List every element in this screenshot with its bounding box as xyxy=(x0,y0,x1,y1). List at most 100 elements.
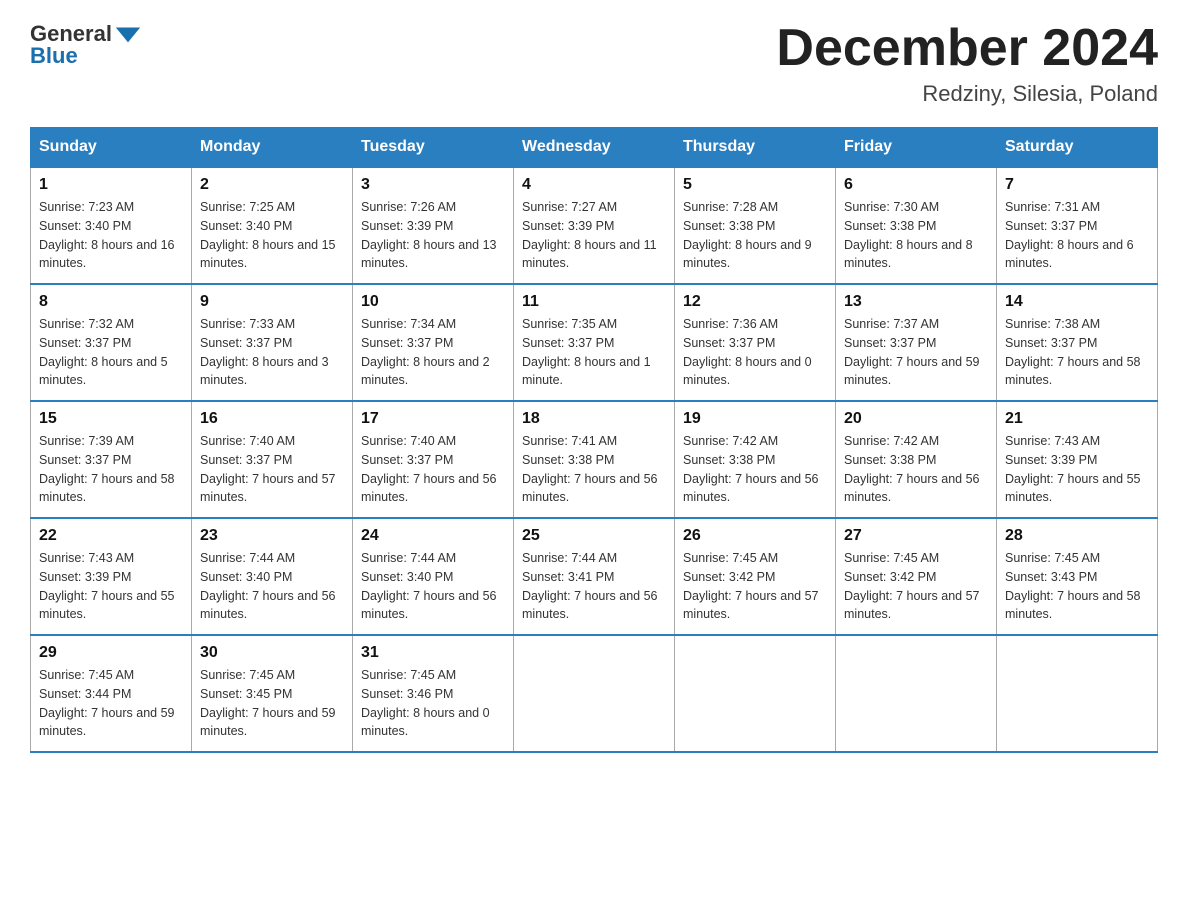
calendar-cell: 26 Sunrise: 7:45 AM Sunset: 3:42 PM Dayl… xyxy=(675,518,836,635)
day-number: 2 xyxy=(200,176,344,194)
calendar-cell: 22 Sunrise: 7:43 AM Sunset: 3:39 PM Dayl… xyxy=(31,518,192,635)
day-number: 28 xyxy=(1005,527,1149,545)
calendar-cell: 1 Sunrise: 7:23 AM Sunset: 3:40 PM Dayli… xyxy=(31,167,192,284)
day-info: Sunrise: 7:33 AM Sunset: 3:37 PM Dayligh… xyxy=(200,315,344,390)
day-info: Sunrise: 7:44 AM Sunset: 3:40 PM Dayligh… xyxy=(200,549,344,624)
day-number: 4 xyxy=(522,176,666,194)
calendar-cell: 31 Sunrise: 7:45 AM Sunset: 3:46 PM Dayl… xyxy=(353,635,514,752)
day-info: Sunrise: 7:43 AM Sunset: 3:39 PM Dayligh… xyxy=(39,549,183,624)
day-number: 7 xyxy=(1005,176,1149,194)
calendar-week-row: 8 Sunrise: 7:32 AM Sunset: 3:37 PM Dayli… xyxy=(31,284,1158,401)
day-info: Sunrise: 7:45 AM Sunset: 3:43 PM Dayligh… xyxy=(1005,549,1149,624)
day-info: Sunrise: 7:26 AM Sunset: 3:39 PM Dayligh… xyxy=(361,198,505,273)
day-number: 19 xyxy=(683,410,827,428)
day-info: Sunrise: 7:43 AM Sunset: 3:39 PM Dayligh… xyxy=(1005,432,1149,507)
day-number: 12 xyxy=(683,293,827,311)
day-number: 6 xyxy=(844,176,988,194)
day-number: 29 xyxy=(39,644,183,662)
calendar-cell: 11 Sunrise: 7:35 AM Sunset: 3:37 PM Dayl… xyxy=(514,284,675,401)
calendar-cell: 30 Sunrise: 7:45 AM Sunset: 3:45 PM Dayl… xyxy=(192,635,353,752)
day-number: 10 xyxy=(361,293,505,311)
day-info: Sunrise: 7:34 AM Sunset: 3:37 PM Dayligh… xyxy=(361,315,505,390)
title-section: December 2024 Redziny, Silesia, Poland xyxy=(776,20,1158,107)
day-info: Sunrise: 7:44 AM Sunset: 3:41 PM Dayligh… xyxy=(522,549,666,624)
day-info: Sunrise: 7:45 AM Sunset: 3:42 PM Dayligh… xyxy=(683,549,827,624)
day-info: Sunrise: 7:32 AM Sunset: 3:37 PM Dayligh… xyxy=(39,315,183,390)
day-number: 9 xyxy=(200,293,344,311)
column-header-thursday: Thursday xyxy=(675,128,836,168)
day-info: Sunrise: 7:37 AM Sunset: 3:37 PM Dayligh… xyxy=(844,315,988,390)
day-info: Sunrise: 7:41 AM Sunset: 3:38 PM Dayligh… xyxy=(522,432,666,507)
calendar-cell: 28 Sunrise: 7:45 AM Sunset: 3:43 PM Dayl… xyxy=(997,518,1158,635)
calendar-cell: 25 Sunrise: 7:44 AM Sunset: 3:41 PM Dayl… xyxy=(514,518,675,635)
calendar-cell: 27 Sunrise: 7:45 AM Sunset: 3:42 PM Dayl… xyxy=(836,518,997,635)
column-header-saturday: Saturday xyxy=(997,128,1158,168)
calendar-cell xyxy=(836,635,997,752)
day-number: 3 xyxy=(361,176,505,194)
column-header-sunday: Sunday xyxy=(31,128,192,168)
calendar-cell: 6 Sunrise: 7:30 AM Sunset: 3:38 PM Dayli… xyxy=(836,167,997,284)
day-number: 22 xyxy=(39,527,183,545)
day-info: Sunrise: 7:42 AM Sunset: 3:38 PM Dayligh… xyxy=(844,432,988,507)
day-number: 13 xyxy=(844,293,988,311)
day-number: 17 xyxy=(361,410,505,428)
day-info: Sunrise: 7:45 AM Sunset: 3:44 PM Dayligh… xyxy=(39,666,183,741)
column-header-wednesday: Wednesday xyxy=(514,128,675,168)
day-info: Sunrise: 7:45 AM Sunset: 3:42 PM Dayligh… xyxy=(844,549,988,624)
location-subtitle: Redziny, Silesia, Poland xyxy=(776,81,1158,107)
calendar-cell: 12 Sunrise: 7:36 AM Sunset: 3:37 PM Dayl… xyxy=(675,284,836,401)
day-number: 18 xyxy=(522,410,666,428)
day-number: 20 xyxy=(844,410,988,428)
column-header-friday: Friday xyxy=(836,128,997,168)
day-info: Sunrise: 7:30 AM Sunset: 3:38 PM Dayligh… xyxy=(844,198,988,273)
month-year-title: December 2024 xyxy=(776,20,1158,77)
day-info: Sunrise: 7:23 AM Sunset: 3:40 PM Dayligh… xyxy=(39,198,183,273)
calendar-cell: 14 Sunrise: 7:38 AM Sunset: 3:37 PM Dayl… xyxy=(997,284,1158,401)
logo-icon xyxy=(114,20,142,48)
day-info: Sunrise: 7:36 AM Sunset: 3:37 PM Dayligh… xyxy=(683,315,827,390)
column-header-tuesday: Tuesday xyxy=(353,128,514,168)
calendar-cell: 7 Sunrise: 7:31 AM Sunset: 3:37 PM Dayli… xyxy=(997,167,1158,284)
day-info: Sunrise: 7:45 AM Sunset: 3:45 PM Dayligh… xyxy=(200,666,344,741)
day-number: 5 xyxy=(683,176,827,194)
day-number: 27 xyxy=(844,527,988,545)
day-info: Sunrise: 7:42 AM Sunset: 3:38 PM Dayligh… xyxy=(683,432,827,507)
calendar-cell xyxy=(514,635,675,752)
calendar-cell: 4 Sunrise: 7:27 AM Sunset: 3:39 PM Dayli… xyxy=(514,167,675,284)
calendar-cell xyxy=(675,635,836,752)
day-number: 21 xyxy=(1005,410,1149,428)
calendar-cell: 8 Sunrise: 7:32 AM Sunset: 3:37 PM Dayli… xyxy=(31,284,192,401)
day-number: 14 xyxy=(1005,293,1149,311)
calendar-cell: 19 Sunrise: 7:42 AM Sunset: 3:38 PM Dayl… xyxy=(675,401,836,518)
calendar-cell xyxy=(997,635,1158,752)
logo: General Blue xyxy=(30,20,142,68)
calendar-cell: 21 Sunrise: 7:43 AM Sunset: 3:39 PM Dayl… xyxy=(997,401,1158,518)
calendar-cell: 13 Sunrise: 7:37 AM Sunset: 3:37 PM Dayl… xyxy=(836,284,997,401)
day-info: Sunrise: 7:38 AM Sunset: 3:37 PM Dayligh… xyxy=(1005,315,1149,390)
day-number: 16 xyxy=(200,410,344,428)
calendar-cell: 18 Sunrise: 7:41 AM Sunset: 3:38 PM Dayl… xyxy=(514,401,675,518)
day-info: Sunrise: 7:39 AM Sunset: 3:37 PM Dayligh… xyxy=(39,432,183,507)
day-info: Sunrise: 7:25 AM Sunset: 3:40 PM Dayligh… xyxy=(200,198,344,273)
day-info: Sunrise: 7:44 AM Sunset: 3:40 PM Dayligh… xyxy=(361,549,505,624)
day-number: 15 xyxy=(39,410,183,428)
day-info: Sunrise: 7:27 AM Sunset: 3:39 PM Dayligh… xyxy=(522,198,666,273)
calendar-header-row: SundayMondayTuesdayWednesdayThursdayFrid… xyxy=(31,128,1158,168)
day-info: Sunrise: 7:31 AM Sunset: 3:37 PM Dayligh… xyxy=(1005,198,1149,273)
day-number: 31 xyxy=(361,644,505,662)
day-info: Sunrise: 7:28 AM Sunset: 3:38 PM Dayligh… xyxy=(683,198,827,273)
day-info: Sunrise: 7:35 AM Sunset: 3:37 PM Dayligh… xyxy=(522,315,666,390)
calendar-cell: 17 Sunrise: 7:40 AM Sunset: 3:37 PM Dayl… xyxy=(353,401,514,518)
calendar-cell: 3 Sunrise: 7:26 AM Sunset: 3:39 PM Dayli… xyxy=(353,167,514,284)
calendar-cell: 9 Sunrise: 7:33 AM Sunset: 3:37 PM Dayli… xyxy=(192,284,353,401)
day-number: 8 xyxy=(39,293,183,311)
calendar-cell: 29 Sunrise: 7:45 AM Sunset: 3:44 PM Dayl… xyxy=(31,635,192,752)
calendar-cell: 24 Sunrise: 7:44 AM Sunset: 3:40 PM Dayl… xyxy=(353,518,514,635)
day-number: 24 xyxy=(361,527,505,545)
calendar-week-row: 1 Sunrise: 7:23 AM Sunset: 3:40 PM Dayli… xyxy=(31,167,1158,284)
calendar-cell: 23 Sunrise: 7:44 AM Sunset: 3:40 PM Dayl… xyxy=(192,518,353,635)
calendar-week-row: 22 Sunrise: 7:43 AM Sunset: 3:39 PM Dayl… xyxy=(31,518,1158,635)
calendar-week-row: 15 Sunrise: 7:39 AM Sunset: 3:37 PM Dayl… xyxy=(31,401,1158,518)
column-header-monday: Monday xyxy=(192,128,353,168)
day-info: Sunrise: 7:40 AM Sunset: 3:37 PM Dayligh… xyxy=(361,432,505,507)
